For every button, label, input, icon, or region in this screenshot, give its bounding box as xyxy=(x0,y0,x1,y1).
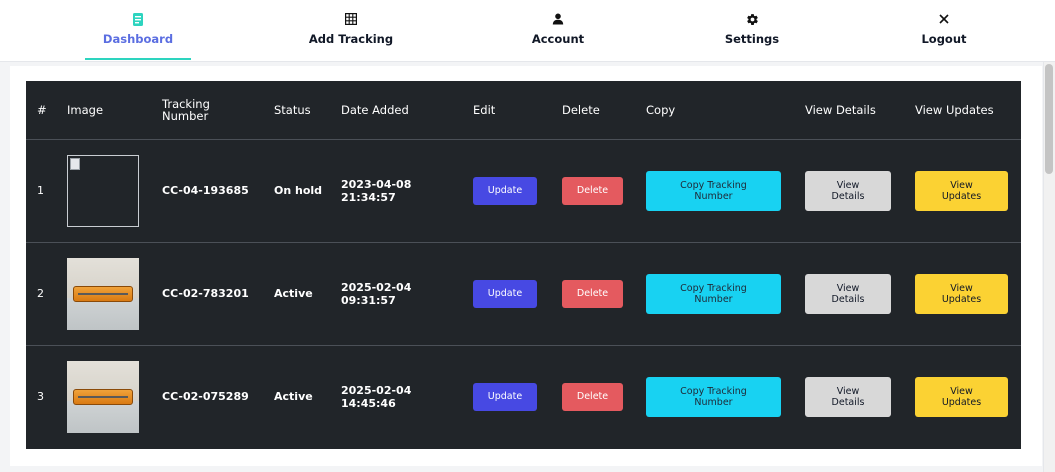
header-view-details: View Details xyxy=(805,81,915,140)
date-value: 2025-02-04 xyxy=(341,280,412,294)
close-icon xyxy=(937,12,951,26)
suitcase-photo xyxy=(67,257,139,330)
header-status: Status xyxy=(274,81,341,140)
view-details-button[interactable]: View Details xyxy=(805,376,891,417)
person-icon xyxy=(551,12,565,26)
row-image-cell xyxy=(67,139,162,243)
nav-label: Settings xyxy=(724,32,780,46)
scrollbar-thumb[interactable] xyxy=(1045,64,1053,174)
copy-tracking-button[interactable]: Copy Tracking Number xyxy=(646,273,781,314)
row-index: 1 xyxy=(26,139,67,243)
nav-label: Logout xyxy=(921,32,967,46)
view-details-button[interactable]: View Details xyxy=(805,170,891,211)
view-updates-button[interactable]: View Updates xyxy=(915,170,1008,211)
row-image-cell xyxy=(67,345,162,448)
nav-label: Dashboard xyxy=(102,32,174,46)
table-row: 2 CC-02-783201 Active 2025-02-04 09:31:5… xyxy=(26,242,1021,346)
header-view-updates: View Updates xyxy=(915,81,1021,140)
time-value: 14:45:46 xyxy=(341,396,396,410)
tracking-number: CC-04-193685 xyxy=(162,139,274,243)
nav-settings[interactable]: Settings xyxy=(712,0,792,62)
nav-label: Account xyxy=(531,32,585,46)
date-added: 2025-02-04 14:45:46 xyxy=(341,345,473,448)
table-row: 3 CC-02-075289 Active 2025-02-04 14:45:4… xyxy=(26,345,1021,448)
tracking-number: CC-02-783201 xyxy=(162,242,274,346)
copy-tracking-button[interactable]: Copy Tracking Number xyxy=(646,170,781,211)
table-row: 1 CC-04-193685 On hold 2023-04-08 21:34:… xyxy=(26,139,1021,243)
nav-account[interactable]: Account xyxy=(518,0,598,62)
copy-tracking-button[interactable]: Copy Tracking Number xyxy=(646,376,781,417)
table-header-row: # Image Tracking Number Status Date Adde… xyxy=(26,81,1021,140)
nav-logout[interactable]: Logout xyxy=(904,0,984,62)
view-updates-button[interactable]: View Updates xyxy=(915,273,1008,314)
update-button[interactable]: Update xyxy=(473,279,537,308)
date-value: 2025-02-04 xyxy=(341,383,412,397)
tracking-table: # Image Tracking Number Status Date Adde… xyxy=(26,81,1021,449)
header-tracking-number: Tracking Number xyxy=(162,81,274,140)
suitcase-photo xyxy=(67,360,139,433)
view-details-button[interactable]: View Details xyxy=(805,273,891,314)
date-value: 2023-04-08 xyxy=(341,177,412,191)
status-text: On hold xyxy=(274,139,341,243)
time-value: 09:31:57 xyxy=(341,293,396,307)
update-button[interactable]: Update xyxy=(473,176,537,205)
nav-label: Add Tracking xyxy=(308,32,394,46)
header-date-added: Date Added xyxy=(341,81,473,140)
date-added: 2023-04-08 21:34:57 xyxy=(341,139,473,243)
nav-dashboard[interactable]: Dashboard xyxy=(85,0,191,62)
header-num: # xyxy=(26,81,67,140)
update-button[interactable]: Update xyxy=(473,382,537,411)
header-image: Image xyxy=(67,81,162,140)
header-edit: Edit xyxy=(473,81,562,140)
time-value: 21:34:57 xyxy=(341,190,396,204)
header-delete: Delete xyxy=(562,81,646,140)
grid-icon xyxy=(344,12,358,26)
view-updates-button[interactable]: View Updates xyxy=(915,376,1008,417)
top-navigation: Dashboard Add Tracking Account Settings … xyxy=(0,0,1055,62)
tracking-number: CC-02-075289 xyxy=(162,390,249,404)
nav-add-tracking[interactable]: Add Tracking xyxy=(300,0,402,62)
row-index: 2 xyxy=(26,242,67,346)
delete-button[interactable]: Delete xyxy=(562,176,623,205)
delete-button[interactable]: Delete xyxy=(562,382,623,411)
header-copy: Copy xyxy=(646,81,805,140)
broken-image-icon xyxy=(67,154,139,227)
document-icon xyxy=(131,12,145,26)
date-added: 2025-02-04 09:31:57 xyxy=(341,242,473,346)
status-text: Active xyxy=(274,242,341,346)
gear-icon xyxy=(745,12,759,26)
status-text: Active xyxy=(274,390,313,404)
row-index: 3 xyxy=(37,390,44,404)
row-image-cell xyxy=(67,242,162,346)
delete-button[interactable]: Delete xyxy=(562,279,623,308)
